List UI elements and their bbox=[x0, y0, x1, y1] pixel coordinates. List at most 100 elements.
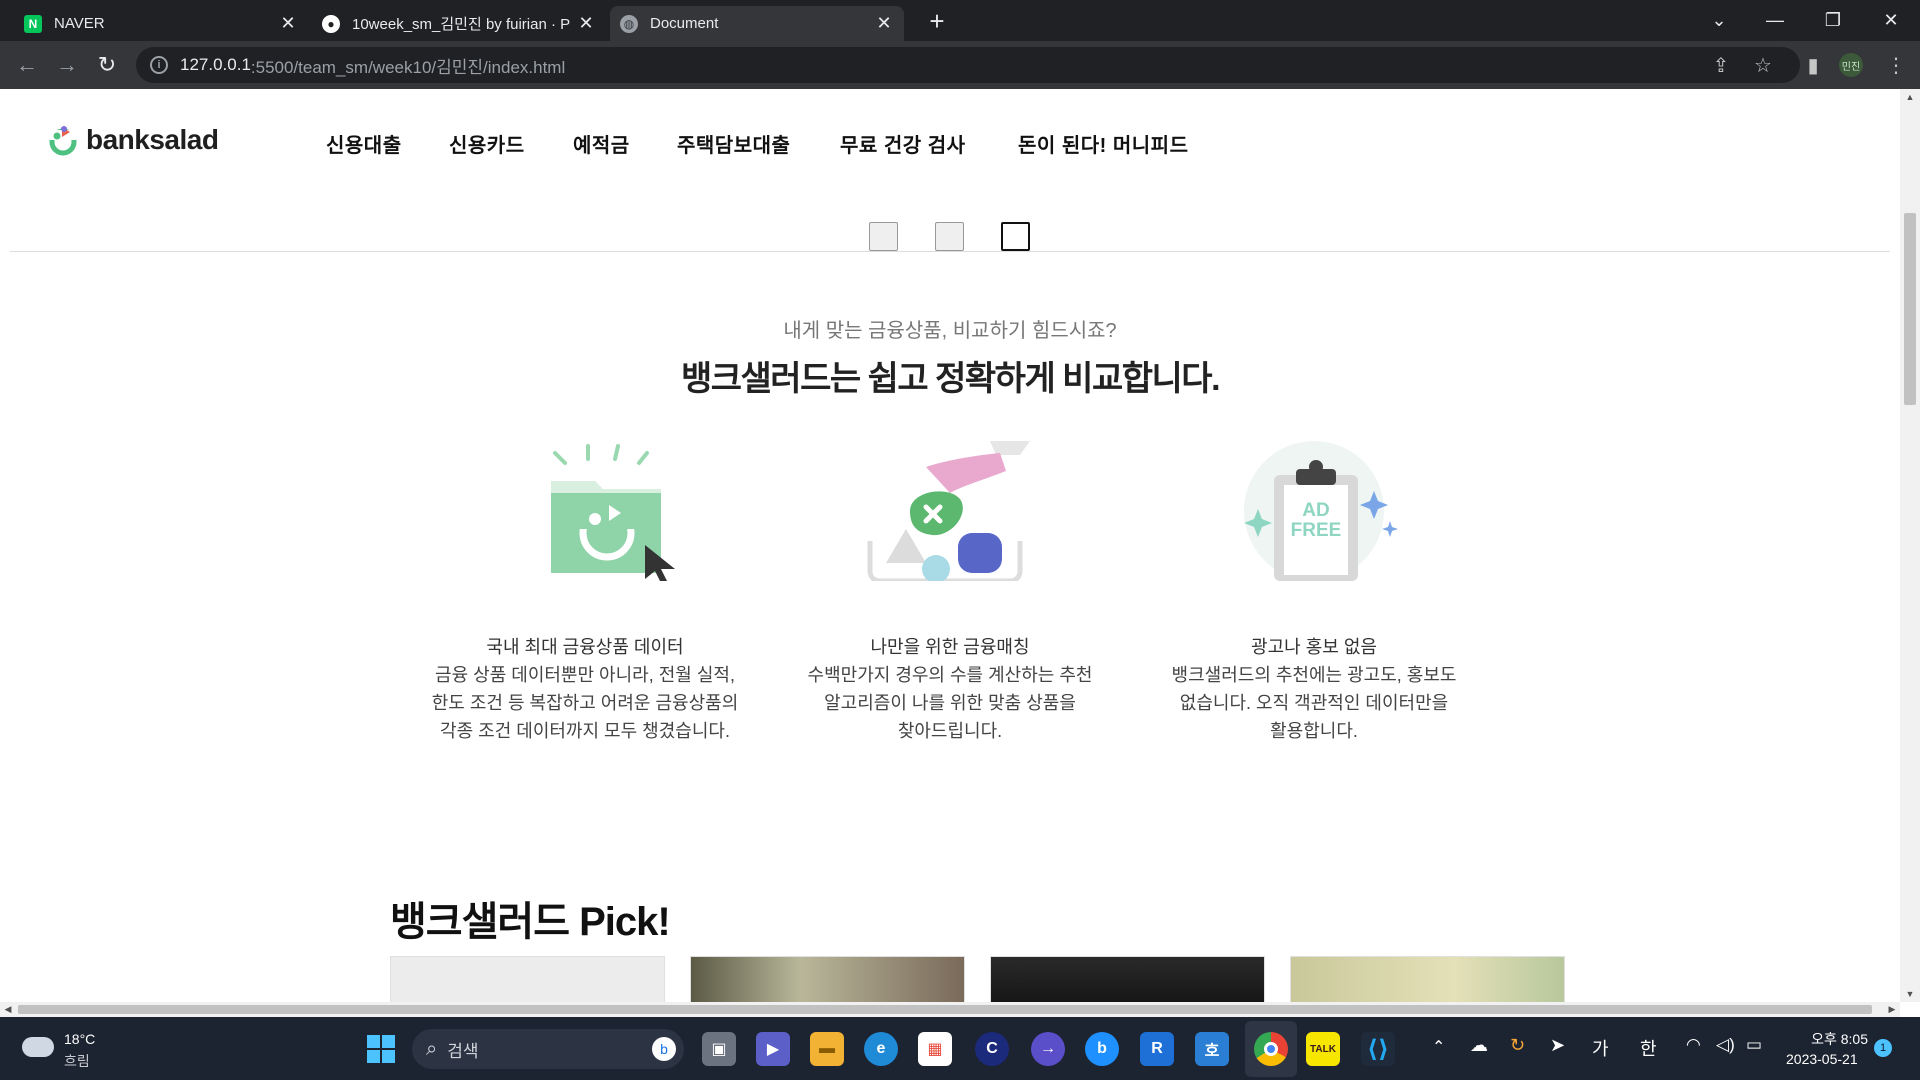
app-r-icon[interactable]: R bbox=[1140, 1032, 1174, 1066]
profile-avatar[interactable]: 민진 bbox=[1839, 53, 1863, 77]
feature-desc-line: 금융 상품 데이터뿐만 아니라, 전월 실적, bbox=[435, 665, 735, 685]
page-viewport: banksalad 신용대출 신용카드 예적금 주택담보대출 무료 건강 검사 … bbox=[0, 89, 1900, 1002]
edge-icon[interactable]: e bbox=[864, 1032, 898, 1066]
nav-savings[interactable]: 예적금 bbox=[573, 129, 630, 158]
wifi-icon[interactable]: ◠ bbox=[1686, 1035, 1701, 1055]
folder-cursor-illustration bbox=[495, 441, 675, 583]
url-path: :5500/team_sm/week10/김민진/index.html bbox=[250, 57, 566, 77]
tray-chevron-up-icon[interactable]: ⌃ bbox=[1432, 1037, 1445, 1057]
feature-desc-line: 알고리즘이 나를 위한 맞춤 상품을 bbox=[824, 693, 1076, 713]
windows-start-icon[interactable] bbox=[364, 1032, 398, 1066]
app-b-icon[interactable]: b bbox=[1085, 1032, 1119, 1066]
tab-naver[interactable]: N NAVER ✕ bbox=[14, 6, 308, 41]
menu-kebab-icon[interactable]: ⋮ bbox=[1880, 49, 1912, 81]
scroll-up-arrow-icon[interactable]: ▲ bbox=[1900, 89, 1920, 105]
app-hangul-icon[interactable]: 호 bbox=[1195, 1032, 1229, 1066]
page-headline: 뱅크샐러드는 쉽고 정확하게 비교합니다. bbox=[680, 360, 1221, 398]
tab-document[interactable]: ◍ Document ✕ bbox=[610, 6, 904, 41]
weather-desc[interactable]: 흐림 bbox=[64, 1051, 90, 1071]
file-explorer-icon[interactable]: ▬ bbox=[810, 1032, 844, 1066]
task-view-icon[interactable]: ▣ bbox=[702, 1032, 736, 1066]
cloud-weather-icon[interactable] bbox=[22, 1037, 54, 1057]
nav-health-check[interactable]: 무료 건강 검사 bbox=[840, 129, 966, 158]
browser-toolbar: ← → ↻ i 127.0.0.1:5500/team_sm/week10/김민… bbox=[0, 41, 1920, 89]
chrome-icon[interactable] bbox=[1254, 1032, 1288, 1066]
sync-icon[interactable]: ↻ bbox=[1510, 1035, 1525, 1056]
badge-line: AD bbox=[1302, 500, 1330, 521]
reload-icon[interactable]: ↻ bbox=[91, 49, 123, 81]
weather-temp[interactable]: 18°C bbox=[64, 1031, 95, 1047]
vertical-scroll-thumb[interactable] bbox=[1904, 213, 1916, 405]
teams-chat-icon[interactable]: ▶ bbox=[756, 1032, 790, 1066]
clock-date[interactable]: 2023-05-21 bbox=[1786, 1051, 1858, 1067]
site-info-icon[interactable]: i bbox=[150, 56, 168, 74]
address-bar[interactable]: i 127.0.0.1:5500/team_sm/week10/김민진/inde… bbox=[136, 47, 1800, 83]
feature-title: 광고나 홍보 없음 bbox=[1251, 637, 1377, 657]
pick-card-3[interactable] bbox=[990, 956, 1265, 1002]
feature-desc-line: 활용합니다. bbox=[1270, 721, 1358, 741]
bookmark-star-icon[interactable]: ☆ bbox=[1747, 49, 1779, 81]
tab-title: Document bbox=[650, 15, 719, 32]
scroll-left-arrow-icon[interactable]: ◀ bbox=[0, 1002, 16, 1017]
close-window-button[interactable]: ✕ bbox=[1868, 0, 1914, 41]
microsoft-store-icon[interactable]: ▦ bbox=[918, 1032, 952, 1066]
location-arrow-icon[interactable]: ➤ bbox=[1550, 1035, 1565, 1056]
tab-search-chevron-icon[interactable]: ⌄ bbox=[1696, 0, 1742, 41]
minimize-button[interactable]: — bbox=[1752, 0, 1798, 41]
hand-picking-illustration bbox=[860, 441, 1040, 584]
feature-desc-line: 수백만가지 경우의 수를 계산하는 추천 bbox=[807, 665, 1093, 685]
feature-data: 국내 최대 금융상품 데이터 금융 상품 데이터뿐만 아니라, 전월 실적, 한… bbox=[415, 441, 755, 745]
search-placeholder: 검색 bbox=[447, 1041, 479, 1061]
bing-icon[interactable]: b bbox=[652, 1037, 676, 1061]
feature-desc-line: 찾아드립니다. bbox=[897, 721, 1003, 741]
pick-card-1[interactable] bbox=[390, 956, 665, 1002]
clock-time[interactable]: 오후 8:05 bbox=[1800, 1029, 1868, 1049]
pick-card-2[interactable] bbox=[690, 956, 965, 1002]
horizontal-scroll-thumb[interactable] bbox=[18, 1005, 1872, 1014]
close-icon[interactable]: ✕ bbox=[874, 13, 894, 34]
nav-mortgage[interactable]: 주택담보대출 bbox=[677, 129, 790, 158]
slider-indicator-3[interactable] bbox=[1001, 222, 1030, 251]
close-icon[interactable]: ✕ bbox=[576, 13, 596, 34]
slider-indicator-2[interactable] bbox=[935, 222, 964, 251]
taskbar-search-box[interactable]: ⌕ 검색 b bbox=[412, 1029, 684, 1069]
app-c-icon[interactable]: C bbox=[975, 1032, 1009, 1066]
url-host: 127.0.0.1 bbox=[180, 55, 251, 74]
section-divider bbox=[10, 251, 1890, 252]
volume-icon[interactable]: ◁) bbox=[1716, 1035, 1735, 1055]
pick-card-4[interactable] bbox=[1290, 956, 1565, 1002]
nav-money-feed[interactable]: 돈이 된다! 머니피드 bbox=[1018, 129, 1188, 158]
windows-taskbar: 18°C 흐림 ⌕ 검색 b ▣ ▶ ▬ e ▦ C → b R 호 TALK … bbox=[0, 1017, 1920, 1080]
back-arrow-icon[interactable]: ← bbox=[11, 49, 43, 81]
new-tab-button[interactable]: + bbox=[922, 6, 952, 36]
vscode-icon[interactable]: ⟨⟩ bbox=[1361, 1032, 1395, 1066]
nav-credit-loan[interactable]: 신용대출 bbox=[326, 129, 402, 158]
ad-free-badge: AD FREE bbox=[1284, 501, 1348, 541]
notification-badge[interactable]: 1 bbox=[1874, 1039, 1892, 1057]
scroll-down-arrow-icon[interactable]: ▼ bbox=[1900, 986, 1920, 1002]
nav-credit-card[interactable]: 신용카드 bbox=[449, 129, 525, 158]
banksalad-logo-icon bbox=[48, 124, 78, 156]
tab-github[interactable]: ● 10week_sm_김민진 by fuirian · P ✕ bbox=[312, 6, 606, 41]
ime-lang[interactable]: 한 bbox=[1640, 1035, 1657, 1061]
feature-matching: 나만을 위한 금융매칭 수백만가지 경우의 수를 계산하는 추천 알고리즘이 나… bbox=[780, 441, 1120, 745]
forward-arrow-icon[interactable]: → bbox=[51, 49, 83, 81]
banksalad-logo[interactable]: banksalad bbox=[48, 124, 219, 156]
restore-button[interactable]: ❐ bbox=[1810, 0, 1856, 41]
side-panel-icon[interactable]: ▮ bbox=[1797, 49, 1829, 81]
battery-icon[interactable]: ▭ bbox=[1746, 1035, 1762, 1055]
ime-mode[interactable]: 가 bbox=[1592, 1035, 1609, 1061]
share-icon[interactable]: ⇪ bbox=[1705, 49, 1737, 81]
vertical-scrollbar[interactable]: ▲ ▼ bbox=[1900, 89, 1920, 1002]
naver-favicon-icon: N bbox=[24, 14, 42, 33]
tab-title: 10week_sm_김민진 by fuirian · P bbox=[352, 16, 571, 33]
app-arrow-icon[interactable]: → bbox=[1031, 1032, 1065, 1066]
pick-section-title: 뱅크샐러드 Pick! bbox=[390, 900, 671, 944]
onedrive-cloud-icon[interactable]: ☁ bbox=[1470, 1035, 1488, 1056]
kakaotalk-icon[interactable]: TALK bbox=[1306, 1032, 1340, 1066]
horizontal-scrollbar[interactable]: ◀ ▶ bbox=[0, 1002, 1900, 1017]
slider-indicator-1[interactable] bbox=[869, 222, 898, 251]
scroll-right-arrow-icon[interactable]: ▶ bbox=[1884, 1002, 1900, 1017]
feature-title: 국내 최대 금융상품 데이터 bbox=[486, 637, 684, 657]
close-icon[interactable]: ✕ bbox=[278, 13, 298, 34]
